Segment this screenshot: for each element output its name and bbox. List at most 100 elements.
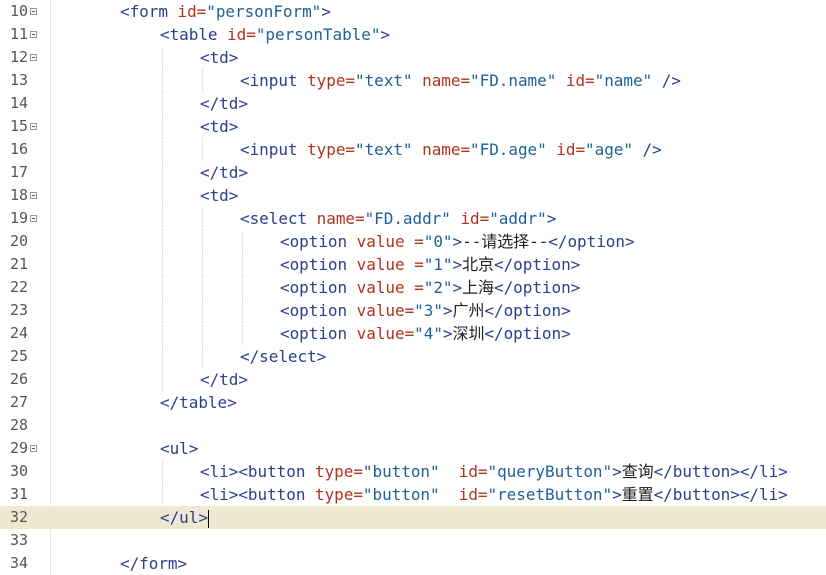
indent-guide (162, 184, 163, 207)
code-token: 深圳 (452, 324, 485, 343)
code-text: </td> (200, 161, 248, 184)
line-number: 16 (9, 140, 28, 158)
code-token: <li><button (200, 485, 315, 504)
code-token: </td> (200, 163, 248, 182)
code-token: > (452, 255, 463, 274)
code-line[interactable]: 21 <option value ="1">北京</option> (0, 253, 826, 276)
code-token: <option (280, 324, 357, 343)
code-token: type= (307, 71, 356, 90)
line-number: 28 (9, 416, 28, 434)
code-editor[interactable]: 10 <form id="personForm"> 11 <table id="per… (0, 0, 826, 575)
line-number: 15 (9, 117, 28, 135)
code-token: /> (661, 71, 681, 90)
indent-guide (162, 299, 163, 322)
code-token: id= (460, 209, 490, 228)
code-token: > (380, 25, 391, 44)
code-line[interactable]: 23 <option value="3">广州</option> (0, 299, 826, 322)
code-line[interactable]: 24 <option value="4">深圳</option> (0, 322, 826, 345)
code-token: > (442, 301, 453, 320)
code-token: id= (556, 140, 586, 159)
code-token: > (612, 485, 622, 504)
code-token: "3" (414, 301, 443, 320)
indent-guide (162, 92, 163, 115)
code-text: <input type="text" name="FD.name" id="na… (240, 69, 681, 92)
code-token: <form (120, 2, 178, 21)
code-text: </table> (160, 391, 237, 414)
code-token: "FD.addr" (364, 209, 461, 228)
indent-guide (162, 276, 163, 299)
code-token: </option> (484, 324, 571, 343)
fold-toggle-icon[interactable] (30, 445, 37, 452)
code-area[interactable]: 10 <form id="personForm"> 11 <table id="per… (0, 0, 826, 575)
code-token: id= (458, 462, 488, 481)
code-token: <td> (200, 48, 239, 67)
code-token: </select> (240, 347, 327, 366)
indent-guide (162, 69, 163, 92)
code-line[interactable]: 19 <select name="FD.addr" id="addr"> (0, 207, 826, 230)
fold-toggle-icon[interactable] (30, 54, 37, 61)
code-line[interactable]: 32 </ul> (0, 506, 826, 529)
fold-toggle-icon[interactable] (30, 8, 37, 15)
code-line[interactable]: 13 <input type="text" name="FD.name" id="… (0, 69, 826, 92)
code-token: 北京 (462, 255, 495, 274)
code-line[interactable]: 16 <input type="text" name="FD.age" id="a… (0, 138, 826, 161)
code-text: <option value="4">深圳</option> (280, 322, 571, 345)
code-line[interactable]: 29 <ul> (0, 437, 826, 460)
code-line[interactable]: 27 </table> (0, 391, 826, 414)
line-number: 12 (9, 48, 28, 66)
code-line[interactable]: 34 </form> (0, 552, 826, 575)
code-line[interactable]: 15 <td> (0, 115, 826, 138)
code-token: value = (356, 232, 424, 251)
code-line[interactable]: 31 <li><button type="button" id="resetBut… (0, 483, 826, 506)
code-token: <li><button (200, 462, 315, 481)
code-token: > (612, 462, 622, 481)
indent-guide (162, 138, 163, 161)
code-line[interactable]: 28 (0, 414, 826, 437)
code-text: <option value ="2">上海</option> (280, 276, 580, 299)
code-token: "text" (355, 71, 423, 90)
code-token: "age" (585, 140, 643, 159)
code-line[interactable]: 11 <table id="personTable"> (0, 23, 826, 46)
line-number: 30 (9, 462, 28, 480)
code-token: <td> (200, 117, 239, 136)
code-token: "personForm" (206, 2, 322, 21)
code-token: 上海 (462, 278, 495, 297)
line-number: 27 (9, 393, 28, 411)
code-token: "name" (594, 71, 662, 90)
indent-guide (242, 230, 243, 253)
code-token: value = (356, 255, 424, 274)
line-number: 11 (9, 25, 28, 43)
code-line[interactable]: 26 </td> (0, 368, 826, 391)
indent-guide (202, 69, 203, 92)
code-token: </ul> (160, 508, 208, 527)
code-line[interactable]: 14 </td> (0, 92, 826, 115)
indent-guide (162, 161, 163, 184)
code-text: <form id="personForm"> (120, 0, 331, 23)
code-line[interactable]: 18 <td> (0, 184, 826, 207)
fold-toggle-icon[interactable] (30, 192, 37, 199)
code-token: "1" (423, 255, 453, 274)
code-token: "FD.age" (470, 140, 557, 159)
code-text: <option value ="1">北京</option> (280, 253, 580, 276)
code-line[interactable]: 20 <option value ="0">--请选择--</option> (0, 230, 826, 253)
code-line[interactable]: 17 </td> (0, 161, 826, 184)
fold-toggle-icon[interactable] (30, 123, 37, 130)
code-line[interactable]: 10 <form id="personForm"> (0, 0, 826, 23)
fold-toggle-icon[interactable] (30, 31, 37, 38)
code-line[interactable]: 33 (0, 529, 826, 552)
code-line[interactable]: 30 <li><button type="button" id="queryBut… (0, 460, 826, 483)
code-token: </button></li> (653, 485, 788, 504)
indent-guide (202, 276, 203, 299)
fold-toggle-icon[interactable] (30, 215, 37, 222)
code-line[interactable]: 25 </select> (0, 345, 826, 368)
code-token: <option (280, 232, 357, 251)
code-token: </option> (484, 301, 571, 320)
code-token: type= (315, 485, 363, 504)
code-token: > (452, 232, 463, 251)
code-token: type= (315, 462, 363, 481)
line-number: 34 (9, 554, 28, 572)
code-line[interactable]: 22 <option value ="2">上海</option> (0, 276, 826, 299)
code-line[interactable]: 12 <td> (0, 46, 826, 69)
indent-guide (202, 345, 203, 368)
code-token: value= (356, 301, 415, 320)
